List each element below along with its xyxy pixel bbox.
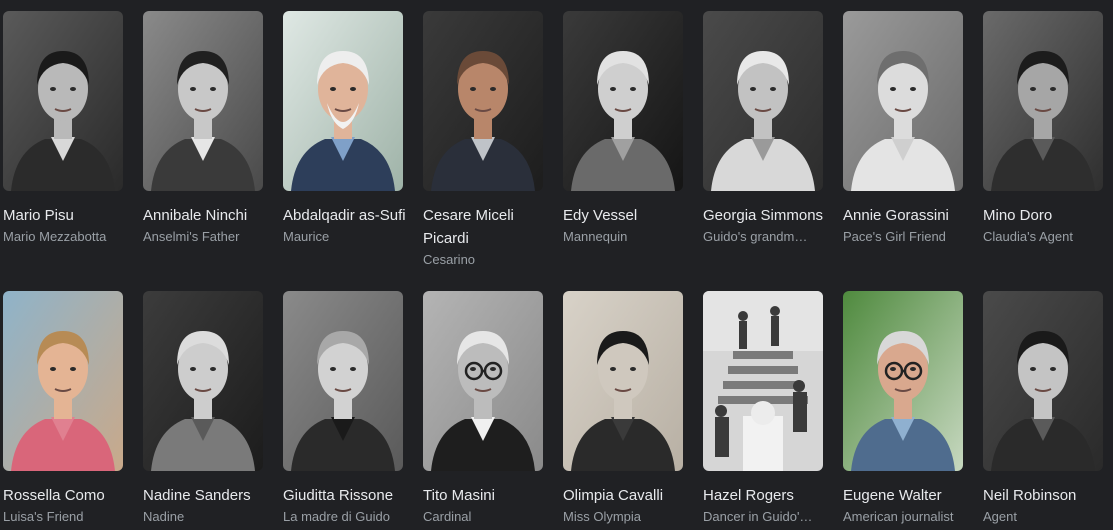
cast-card[interactable]: Eugene Walter American journalist [843, 291, 963, 527]
cast-photo[interactable] [283, 11, 403, 191]
cast-photo[interactable] [983, 11, 1103, 191]
cast-name[interactable]: Eugene Walter [843, 484, 971, 507]
cast-card[interactable]: Giuditta Rissone La madre di Guido [283, 291, 403, 527]
cast-card[interactable]: Edy Vessel Mannequin [563, 11, 683, 247]
cast-name[interactable]: Mario Pisu [3, 204, 131, 227]
cast-card[interactable]: Hazel Rogers Dancer in Guido'… [703, 291, 823, 527]
cast-name[interactable]: Annie Gorassini [843, 204, 971, 227]
cast-role: Claudia's Agent [983, 229, 1073, 244]
cast-card[interactable]: Mario Pisu Mario Mezzabotta [3, 11, 123, 247]
cast-grid: Mario Pisu Mario Mezzabotta Annibale Ninc… [0, 0, 1113, 530]
cast-role: Anselmi's Father [143, 229, 240, 244]
cast-name[interactable]: Neil Robinson [983, 484, 1111, 507]
cast-card[interactable]: Neil Robinson Agent [983, 291, 1103, 527]
cast-photo[interactable] [423, 11, 543, 191]
cast-photo[interactable] [983, 291, 1103, 471]
cast-photo[interactable] [703, 11, 823, 191]
cast-photo[interactable] [563, 291, 683, 471]
cast-role: La madre di Guido [283, 509, 390, 524]
cast-photo[interactable] [3, 291, 123, 471]
cast-card[interactable]: Nadine Sanders Nadine [143, 291, 263, 527]
cast-photo[interactable] [563, 11, 683, 191]
cast-role: Cesarino [423, 252, 476, 267]
cast-name[interactable]: Rossella Como [3, 484, 131, 507]
cast-name[interactable]: Tito Masini [423, 484, 551, 507]
cast-role: Mannequin [563, 229, 628, 244]
cast-photo[interactable] [3, 11, 123, 191]
cast-name[interactable]: Edy Vessel [563, 204, 691, 227]
cast-card[interactable]: Annibale Ninchi Anselmi's Father [143, 11, 263, 247]
cast-name[interactable]: Giuditta Rissone [283, 484, 411, 507]
cast-role: Agent [983, 509, 1017, 524]
cast-photo[interactable] [423, 291, 543, 471]
cast-card[interactable]: Olimpia Cavalli Miss Olympia [563, 291, 683, 527]
cast-role: Miss Olympia [563, 509, 642, 524]
cast-card[interactable]: Georgia Simmons Guido's grandm… [703, 11, 823, 247]
cast-card[interactable]: Rossella Como Luisa's Friend [3, 291, 123, 527]
cast-name[interactable]: Annibale Ninchi [143, 204, 271, 227]
cast-photo[interactable] [843, 291, 963, 471]
cast-name[interactable]: Cesare Miceli Picardi [423, 204, 551, 250]
cast-name[interactable]: Georgia Simmons [703, 204, 831, 227]
cast-role: Mario Mezzabotta [3, 229, 107, 244]
cast-role: Cardinal [423, 509, 472, 524]
cast-name[interactable]: Mino Doro [983, 204, 1111, 227]
cast-photo[interactable] [143, 11, 263, 191]
cast-photo[interactable] [703, 291, 823, 471]
cast-photo[interactable] [843, 11, 963, 191]
cast-role: Luisa's Friend [3, 509, 84, 524]
cast-role: American journalist [843, 509, 954, 524]
cast-role: Dancer in Guido'… [703, 509, 813, 524]
cast-card[interactable]: Abdalqadir as-Sufi Maurice [283, 11, 406, 247]
cast-name[interactable]: Olimpia Cavalli [563, 484, 691, 507]
cast-card[interactable]: Annie Gorassini Pace's Girl Friend [843, 11, 963, 247]
cast-photo[interactable] [143, 291, 263, 471]
cast-role: Maurice [283, 229, 330, 244]
cast-card[interactable]: Tito Masini Cardinal [423, 291, 543, 527]
cast-role: Nadine [143, 509, 185, 524]
cast-name[interactable]: Abdalqadir as-Sufi [283, 204, 411, 227]
cast-name[interactable]: Nadine Sanders [143, 484, 271, 507]
cast-role: Pace's Girl Friend [843, 229, 946, 244]
cast-name[interactable]: Hazel Rogers [703, 484, 831, 507]
cast-card[interactable]: Cesare Miceli Picardi Cesarino [423, 11, 543, 270]
cast-photo[interactable] [283, 291, 403, 471]
cast-role: Guido's grandm… [703, 229, 808, 244]
cast-card[interactable]: Mino Doro Claudia's Agent [983, 11, 1103, 247]
